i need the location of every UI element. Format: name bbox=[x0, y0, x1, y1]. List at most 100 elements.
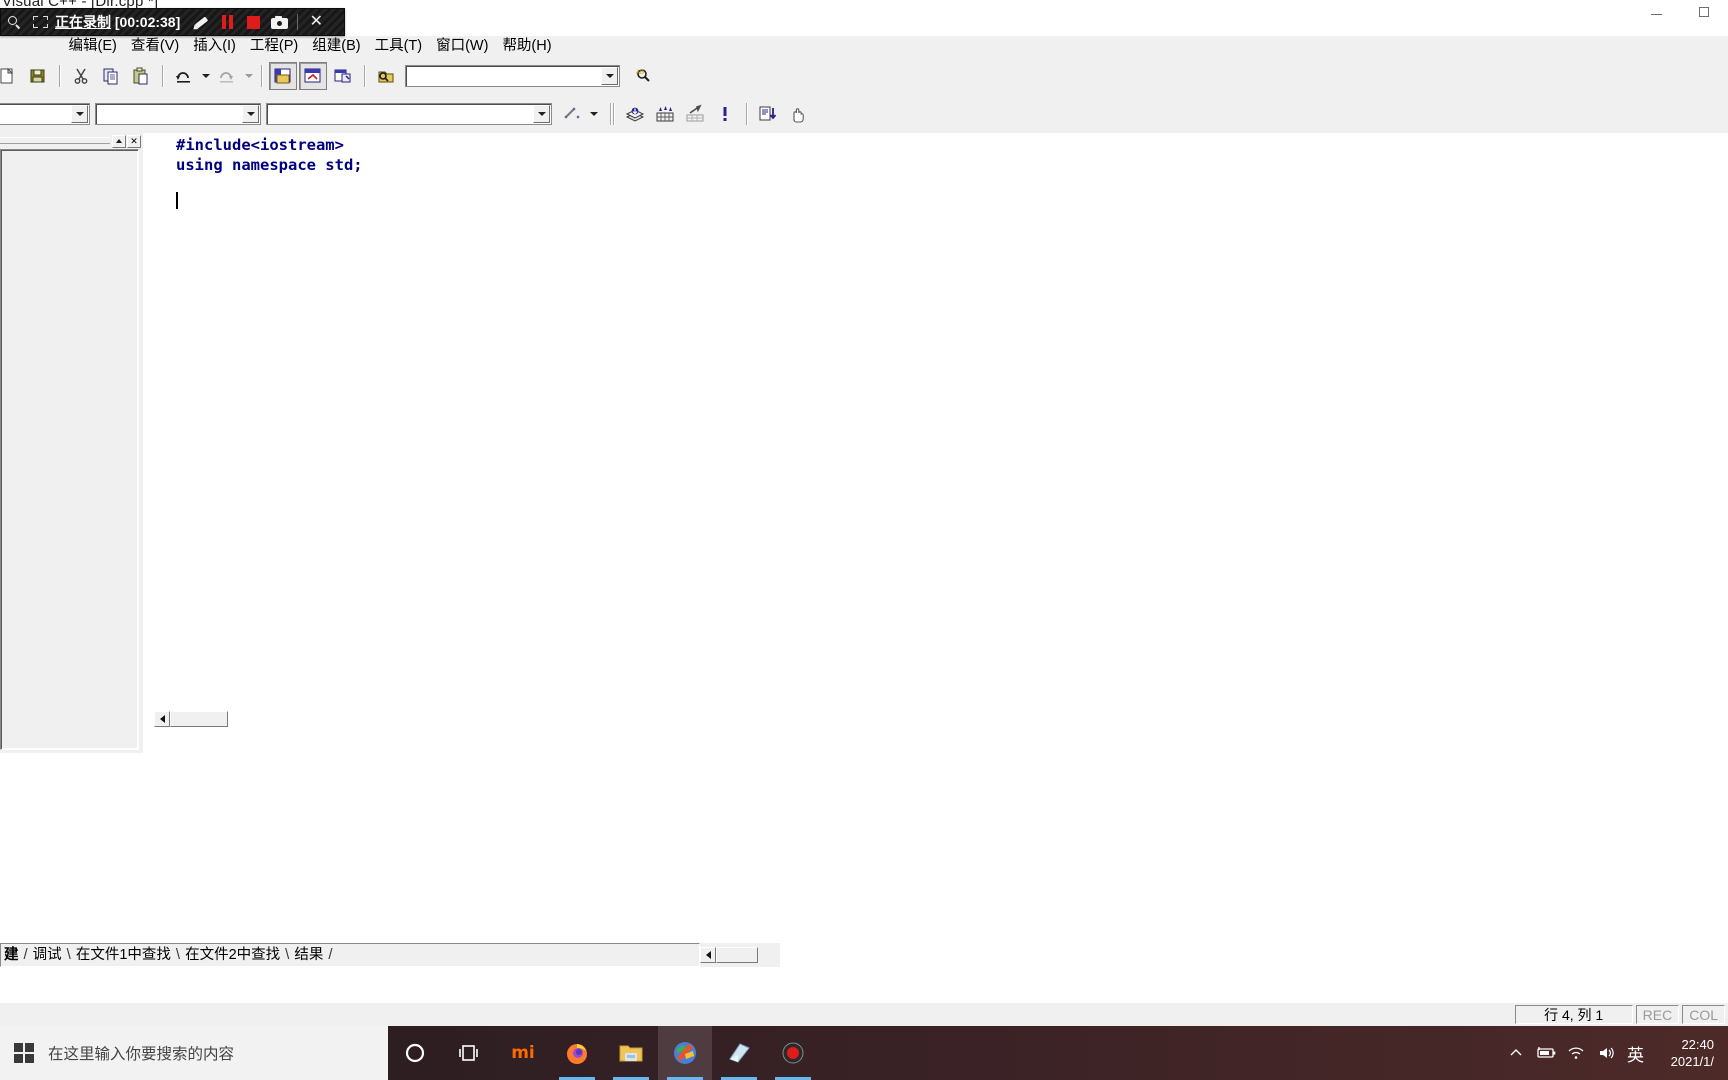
chevron-up-icon[interactable] bbox=[1501, 1026, 1531, 1080]
output-toggle-button[interactable] bbox=[299, 62, 327, 90]
cortana-icon[interactable] bbox=[388, 1026, 442, 1080]
output-tab-find1[interactable]: 在文件1中查找 \ bbox=[73, 944, 182, 966]
menu-item-project[interactable]: 工程(P) bbox=[243, 36, 305, 57]
workspace-tree[interactable] bbox=[2, 151, 137, 748]
close-icon-glyph: ✕ bbox=[309, 13, 323, 30]
find-combo-dropdown[interactable] bbox=[601, 67, 618, 85]
undo-button[interactable] bbox=[170, 62, 198, 90]
find-in-files-button[interactable] bbox=[372, 62, 400, 90]
ime-indicator[interactable]: 英 bbox=[1621, 1041, 1650, 1066]
screen-recorder-icon[interactable] bbox=[766, 1026, 820, 1080]
stop-build-button[interactable] bbox=[711, 100, 739, 128]
rebuild-all-button[interactable] bbox=[681, 100, 709, 128]
find-combo[interactable] bbox=[405, 65, 620, 87]
menu-item-build[interactable]: 组建(B) bbox=[305, 36, 367, 57]
visual-cpp-window: Visual C++ - [Dir.cpp *] 正在录制 [00:02:38] bbox=[0, 0, 1728, 1026]
menu-item-view[interactable]: 查看(V) bbox=[124, 36, 186, 57]
wizardbar-actions-dropdown[interactable] bbox=[587, 101, 600, 127]
undo-dropdown[interactable] bbox=[199, 63, 212, 89]
stop-icon[interactable] bbox=[240, 9, 266, 35]
mdi-client-area: ✕ #include<iostream> using namespace std… bbox=[0, 133, 1728, 772]
pencil-icon[interactable] bbox=[188, 9, 214, 35]
desktop: Visual C++ - [Dir.cpp *] 正在录制 [00:02:38] bbox=[0, 0, 1728, 1080]
windows-taskbar: 在这里输入你要搜索的内容 mi 英 22:40 2021/1/ bbox=[0, 1026, 1728, 1080]
new-file-button[interactable] bbox=[0, 62, 22, 90]
minimize-button[interactable] bbox=[1632, 0, 1680, 22]
menu-item-window[interactable]: 窗口(W) bbox=[429, 36, 495, 57]
wizardbar-actions-button[interactable] bbox=[558, 100, 586, 128]
output-tab-debug[interactable]: 调试 \ bbox=[30, 944, 73, 966]
text-caret bbox=[176, 192, 178, 209]
output-tab-results[interactable]: 结果 / bbox=[291, 944, 334, 966]
redo-button[interactable] bbox=[213, 62, 241, 90]
copy-button[interactable] bbox=[97, 62, 125, 90]
output-horizontal-scrollbar[interactable] bbox=[700, 943, 780, 967]
pause-icon[interactable] bbox=[214, 9, 240, 35]
workspace-gripper[interactable] bbox=[0, 137, 110, 144]
editor-text-surface[interactable]: #include<iostream> using namespace std; bbox=[161, 133, 1728, 703]
toolbar-separator bbox=[364, 65, 365, 87]
menu-item-tools[interactable]: 工具(T) bbox=[368, 36, 430, 57]
mi-browser-label: mi bbox=[511, 1043, 535, 1063]
save-button[interactable] bbox=[24, 62, 52, 90]
watch-toggle-button[interactable] bbox=[329, 62, 357, 90]
toolbar-separator bbox=[610, 103, 611, 125]
editor-scroll-thumb[interactable] bbox=[170, 710, 228, 727]
paste-button[interactable] bbox=[127, 62, 155, 90]
editor-selection-margin bbox=[148, 133, 161, 703]
volume-icon[interactable] bbox=[1591, 1026, 1621, 1080]
pan-hand-button[interactable] bbox=[784, 100, 812, 128]
task-view-icon[interactable] bbox=[442, 1026, 496, 1080]
zoom-icon[interactable] bbox=[1, 9, 27, 35]
menu-item-insert[interactable]: 插入(I) bbox=[186, 36, 243, 57]
wizardbar-filter-dropdown[interactable] bbox=[242, 105, 259, 123]
visual-cpp-icon[interactable] bbox=[658, 1026, 712, 1080]
battery-charging-icon[interactable] bbox=[1531, 1026, 1561, 1080]
maximize-button[interactable] bbox=[1680, 0, 1728, 22]
status-bar: 行 4, 列 1 REC COL bbox=[0, 1003, 1728, 1026]
output-pane: 建 / 调试 \ 在文件1中查找 \ 在文件2中查找 \ 结果 / bbox=[0, 772, 1728, 985]
recorder-separator bbox=[297, 14, 299, 30]
region-select-icon[interactable] bbox=[27, 9, 53, 35]
redo-dropdown[interactable] bbox=[242, 63, 255, 89]
notepad-icon[interactable] bbox=[712, 1026, 766, 1080]
output-scroll-left-button[interactable] bbox=[700, 947, 716, 963]
source-code[interactable]: #include<iostream> using namespace std; bbox=[176, 136, 363, 195]
menu-item-help[interactable]: 帮助(H) bbox=[495, 36, 558, 57]
workspace-minimize-button[interactable] bbox=[112, 134, 126, 148]
wifi-icon[interactable] bbox=[1561, 1026, 1591, 1080]
menu-item-edit[interactable]: 编辑(E) bbox=[62, 36, 124, 57]
cut-button[interactable] bbox=[67, 62, 95, 90]
wizardbar-class-combo[interactable] bbox=[0, 103, 90, 125]
editor-horizontal-scrollbar[interactable] bbox=[148, 709, 1728, 728]
output-scroll-thumb[interactable] bbox=[716, 947, 758, 963]
output-tab-find2[interactable]: 在文件2中查找 \ bbox=[182, 944, 291, 966]
output-tab-results-label: 结果 bbox=[294, 947, 324, 963]
svg-text:AB: AB bbox=[636, 70, 644, 76]
status-col-indicator: COL bbox=[1682, 1005, 1725, 1024]
wizardbar-member-dropdown[interactable] bbox=[533, 105, 550, 123]
recording-status: 正在录制 [00:02:38] bbox=[53, 9, 182, 35]
workspace-close-button[interactable]: ✕ bbox=[127, 134, 141, 148]
scroll-left-button[interactable] bbox=[154, 710, 170, 727]
taskbar-clock[interactable]: 22:40 2021/1/ bbox=[1650, 1036, 1722, 1070]
firefox-icon[interactable] bbox=[550, 1026, 604, 1080]
compile-button[interactable] bbox=[621, 100, 649, 128]
workspace-toggle-button[interactable] bbox=[269, 62, 297, 90]
find-next-button[interactable]: AB bbox=[630, 62, 658, 90]
close-icon[interactable]: ✕ bbox=[303, 9, 329, 35]
camera-icon[interactable] bbox=[266, 9, 292, 35]
build-button[interactable] bbox=[651, 100, 679, 128]
output-tab-build[interactable]: 建 / bbox=[1, 944, 30, 966]
taskbar-search-box[interactable]: 在这里输入你要搜索的内容 bbox=[48, 1026, 388, 1080]
start-button[interactable] bbox=[0, 1026, 48, 1080]
wizardbar-class-dropdown[interactable] bbox=[71, 105, 88, 123]
file-explorer-icon[interactable] bbox=[604, 1026, 658, 1080]
mi-browser-icon[interactable]: mi bbox=[496, 1026, 550, 1080]
wizardbar-member-combo[interactable] bbox=[266, 103, 552, 125]
execute-button[interactable] bbox=[754, 100, 782, 128]
recording-timer: [00:02:38] bbox=[114, 14, 181, 30]
workspace-body[interactable] bbox=[0, 149, 139, 750]
wizardbar-filter-combo[interactable] bbox=[95, 103, 261, 125]
editor-window: #include<iostream> using namespace std; bbox=[148, 133, 1728, 772]
